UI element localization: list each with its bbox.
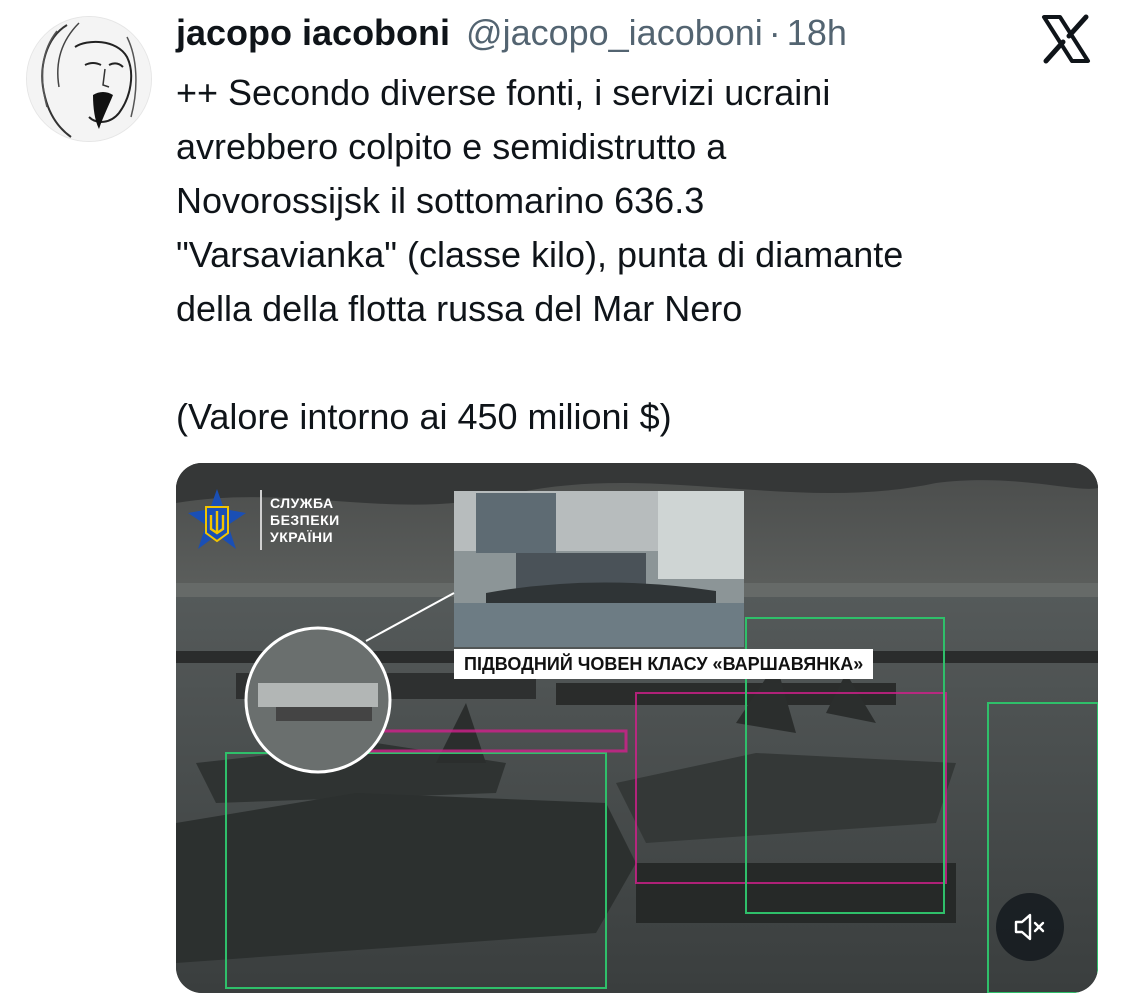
- tweet-value-line: (Valore intorno ai 450 milioni $): [176, 396, 672, 437]
- video-caption: ПІДВОДНИЙ ЧОВЕН КЛАСУ «ВАРШАВЯНКА»: [454, 649, 874, 679]
- sbu-text-line: БЕЗПЕКИ: [270, 511, 340, 528]
- author-handle[interactable]: @jacopo_iacoboni: [466, 12, 763, 54]
- sbu-divider: [260, 490, 262, 550]
- separator-dot: ·: [768, 12, 781, 53]
- tweet-line: Novorossijsk il sottomarino 636.3: [176, 180, 705, 221]
- video-player[interactable]: СЛУЖБА БЕЗПЕКИ УКРАЇНИ ПІДВОДНИЙ ЧОВЕН К…: [176, 463, 1098, 993]
- tweet-line: avrebbero colpito e semidistrutto a: [176, 126, 727, 167]
- sbu-text-line: УКРАЇНИ: [270, 528, 334, 545]
- tweet-text: ++ Secondo diverse fonti, i servizi ucra…: [176, 66, 1096, 444]
- avatar-illustration: [27, 17, 151, 141]
- speaker-muted-icon: [1014, 913, 1045, 941]
- tweet-line: "Varsavianka" (classe kilo), punta di di…: [176, 234, 904, 275]
- tweet-header: jacopo iacoboni @jacopo_iacoboni · 18h: [176, 12, 847, 62]
- sbu-emblem-icon: [188, 489, 246, 549]
- tweet-line: ++ Secondo diverse fonti, i servizi ucra…: [176, 72, 831, 113]
- sbu-text-line: СЛУЖБА: [270, 494, 334, 511]
- mute-button[interactable]: [996, 893, 1064, 961]
- tweet-card: jacopo iacoboni @jacopo_iacoboni · 18h +…: [0, 0, 1125, 1003]
- x-logo-icon: [1040, 14, 1092, 64]
- sbu-text: СЛУЖБА БЕЗПЕКИ УКРАЇНИ: [270, 495, 340, 546]
- avatar[interactable]: [26, 16, 152, 142]
- sbu-logo: СЛУЖБА БЕЗПЕКИ УКРАЇНИ: [184, 487, 340, 553]
- author-name[interactable]: jacopo iacoboni: [176, 12, 450, 54]
- tweet-line: della della flotta russa del Mar Nero: [176, 288, 743, 329]
- timestamp[interactable]: 18h: [787, 12, 847, 54]
